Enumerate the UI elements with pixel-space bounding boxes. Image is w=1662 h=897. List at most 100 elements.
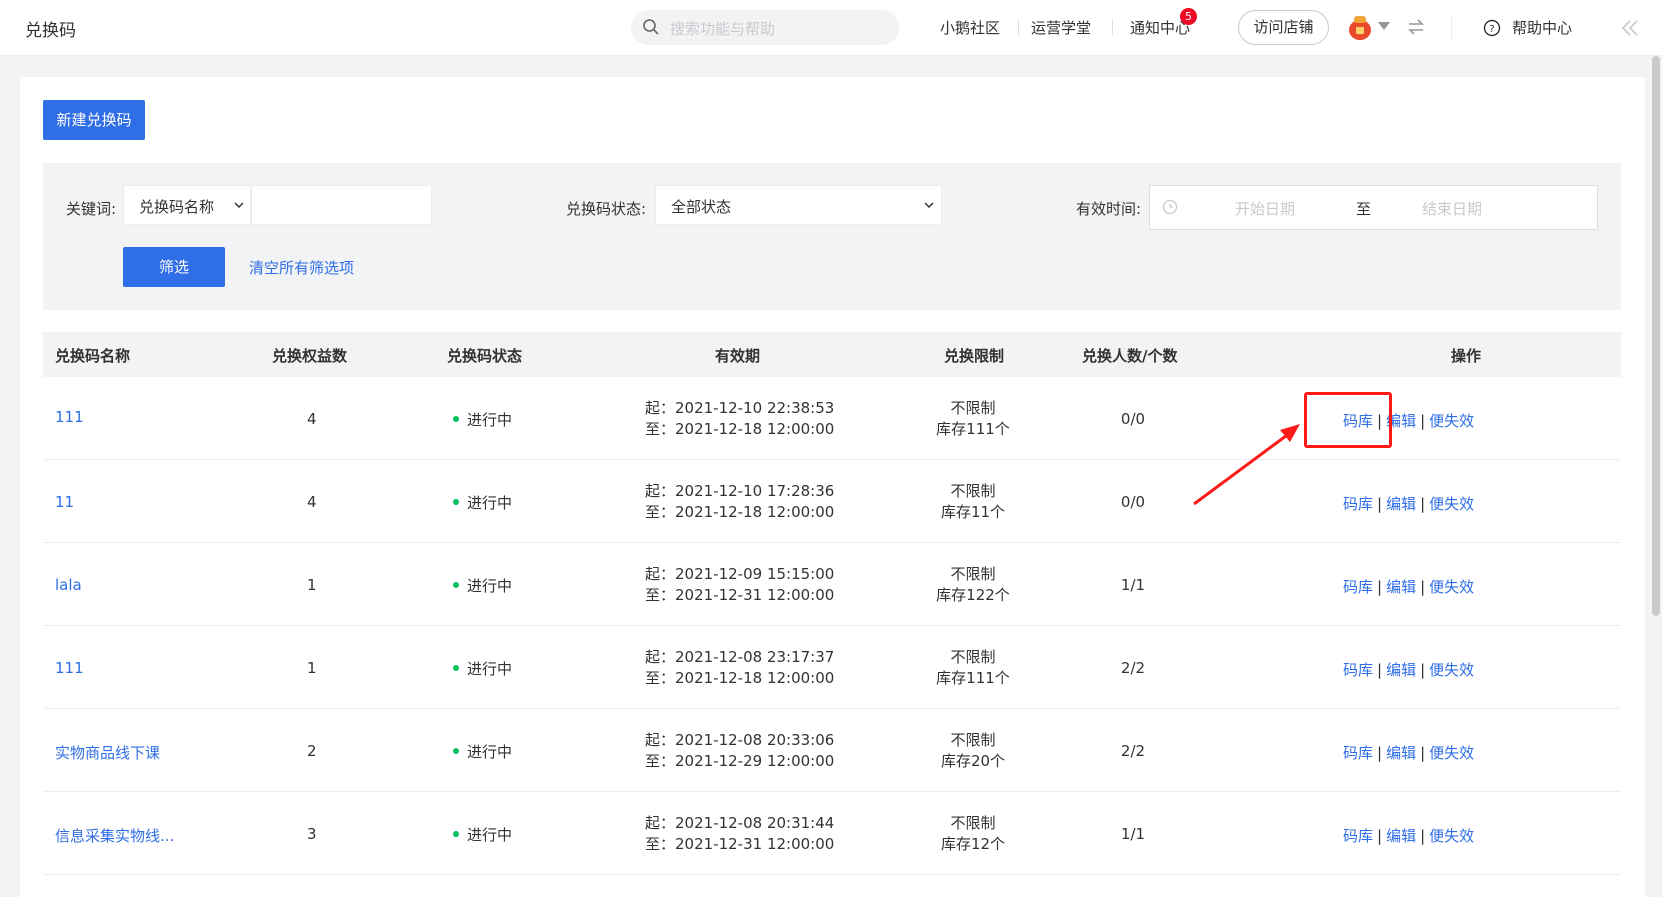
page-title: 兑换码 — [25, 21, 76, 41]
start-time: 起：2021-12-10 22:38:53 — [645, 399, 835, 417]
limit-cell: 不限制 库存111个 — [923, 398, 1023, 440]
help-icon[interactable]: ? — [1483, 19, 1501, 37]
top-bar: 兑换码 搜索功能与帮助 小鹅社区 运营学堂 通知中心 5 访问店铺 ? 帮助中心 — [0, 0, 1662, 56]
limit-text: 不限制 — [950, 482, 996, 500]
status-cell: 进行中 — [453, 409, 512, 430]
limit-text: 不限制 — [950, 814, 996, 832]
status-dot-icon — [453, 830, 459, 837]
clear-filters-link[interactable]: 清空所有筛选项 — [249, 257, 354, 278]
nav-academy[interactable]: 运营学堂 — [1031, 17, 1091, 38]
redeem-count: 2/2 — [1120, 742, 1146, 760]
new-code-button[interactable]: 新建兑换码 — [43, 100, 145, 140]
action-divider: | — [1420, 578, 1426, 596]
status-cell: 进行中 — [453, 575, 512, 596]
benefits-count: 2 — [307, 742, 317, 760]
invalidate-link[interactable]: 便失效 — [1429, 744, 1474, 762]
filter-button[interactable]: 筛选 — [123, 247, 225, 287]
code-name-link[interactable]: 111 — [55, 659, 84, 677]
status-dot-icon — [453, 581, 459, 588]
edit-link[interactable]: 编辑 — [1386, 827, 1416, 845]
end-date-input[interactable]: 结束日期 — [1422, 198, 1482, 219]
scrollbar[interactable] — [1652, 56, 1660, 616]
period-cell: 起：2021-12-08 20:31:44 至：2021-12-31 12:00:… — [645, 813, 834, 855]
action-divider: | — [1377, 661, 1383, 679]
limit-cell: 不限制库存11个 — [923, 481, 1023, 523]
code-name-link[interactable]: lala — [55, 576, 82, 594]
row-actions: 码库 | 编辑 | 便失效 — [1343, 825, 1474, 846]
row-actions: 码库 | 编辑 | 便失效 — [1343, 659, 1474, 680]
nav-community[interactable]: 小鹅社区 — [940, 17, 1000, 38]
code-library-link[interactable]: 码库 — [1343, 578, 1373, 596]
edit-link[interactable]: 编辑 — [1386, 661, 1416, 679]
keyword-input[interactable] — [251, 185, 432, 225]
start-time: 起：2021-12-10 17:28:36 — [645, 482, 835, 500]
period-cell: 起：2021-12-08 20:33:06 至：2021-12-29 12:00:… — [645, 730, 834, 772]
redeem-count: 1/1 — [1120, 825, 1146, 843]
nav-divider — [1112, 19, 1113, 35]
period-cell: 起：2021-12-10 22:38:53 至：2021-12-18 12:00:… — [645, 398, 834, 440]
start-time: 起：2021-12-09 15:15:00 — [645, 565, 835, 583]
code-library-link[interactable]: 码库 — [1343, 744, 1373, 762]
period-cell: 起：2021-12-10 17:28:36 至：2021-12-18 12:00:… — [645, 481, 834, 523]
status-label: 兑换码状态: — [566, 200, 647, 218]
code-name-link[interactable]: 11 — [55, 493, 74, 511]
limit-cell: 不限制 库存122个 — [923, 564, 1023, 606]
code-name-link[interactable]: 信息采集实物线... — [55, 825, 174, 846]
end-time: 至：2021-12-18 12:00:00 — [645, 420, 835, 438]
stock-text: 库存12个 — [940, 835, 1006, 853]
benefits-count: 4 — [307, 410, 317, 428]
status-cell: 进行中 — [453, 492, 512, 513]
avatar-icon[interactable] — [1347, 13, 1373, 41]
invalidate-link[interactable]: 便失效 — [1429, 578, 1474, 596]
status-select[interactable]: 全部状态 — [655, 185, 942, 225]
row-actions: 码库 | 编辑 | 便失效 — [1343, 493, 1474, 514]
code-name-link[interactable]: 111 — [55, 408, 84, 426]
end-time: 至：2021-12-18 12:00:00 — [645, 669, 835, 687]
action-divider: | — [1377, 827, 1383, 845]
collapse-icon[interactable] — [1619, 18, 1641, 38]
start-date-input[interactable]: 开始日期 — [1235, 198, 1295, 219]
end-time: 至：2021-12-31 12:00:00 — [645, 835, 835, 853]
chevron-down-icon — [234, 202, 244, 209]
status-text: 进行中 — [467, 743, 513, 761]
help-center-link[interactable]: 帮助中心 — [1512, 17, 1572, 38]
start-time: 起：2021-12-08 20:31:44 — [645, 814, 835, 832]
invalidate-link[interactable]: 便失效 — [1429, 495, 1474, 513]
redeem-count: 1/1 — [1120, 576, 1146, 594]
col-benefits: 兑换权益数 — [272, 347, 348, 365]
invalidate-link[interactable]: 便失效 — [1429, 412, 1474, 430]
edit-link[interactable]: 编辑 — [1386, 495, 1416, 513]
invalidate-link[interactable]: 便失效 — [1429, 661, 1474, 679]
keyword-type-select[interactable]: 兑换码名称 — [123, 185, 251, 225]
search-input[interactable]: 搜索功能与帮助 — [670, 18, 775, 39]
visit-store-button[interactable]: 访问店铺 — [1238, 10, 1329, 45]
table-row: 11 4 进行中 起：2021-12-10 17:28:36 至：2021-12-… — [43, 460, 1621, 543]
code-library-link[interactable]: 码库 — [1343, 661, 1373, 679]
code-name-link[interactable]: 实物商品线下课 — [55, 742, 160, 763]
limit-text: 不限制 — [950, 565, 996, 583]
limit-cell: 不限制 库存20个 — [923, 730, 1023, 772]
stock-text: 库存11个 — [940, 503, 1006, 521]
redeem-count: 0/0 — [1120, 410, 1146, 428]
keyword-type-value: 兑换码名称 — [139, 198, 215, 216]
code-library-link[interactable]: 码库 — [1343, 827, 1373, 845]
swap-icon[interactable] — [1406, 17, 1426, 37]
caret-down-icon[interactable] — [1378, 22, 1390, 30]
chevron-down-icon — [924, 202, 934, 209]
table-row: lala 1 进行中 起：2021-12-09 15:15:00 至：2021-1… — [43, 543, 1621, 626]
limit-text: 不限制 — [950, 399, 996, 417]
action-divider: | — [1420, 744, 1426, 762]
status-cell: 进行中 — [453, 741, 512, 762]
edit-link[interactable]: 编辑 — [1386, 578, 1416, 596]
edit-link[interactable]: 编辑 — [1386, 744, 1416, 762]
code-library-link[interactable]: 码库 — [1343, 495, 1373, 513]
period-label: 有效时间: — [1076, 200, 1142, 218]
table-row: 111 1 进行中 起：2021-12-08 23:17:37 至：2021-12… — [43, 626, 1621, 709]
action-divider: | — [1377, 495, 1383, 513]
invalidate-link[interactable]: 便失效 — [1429, 827, 1474, 845]
date-range-picker[interactable]: 开始日期 至 结束日期 — [1149, 185, 1598, 230]
search-box[interactable]: 搜索功能与帮助 — [631, 10, 899, 45]
highlight-box — [1304, 392, 1392, 448]
header-divider — [1451, 14, 1452, 40]
col-actions: 操作 — [1451, 347, 1482, 365]
